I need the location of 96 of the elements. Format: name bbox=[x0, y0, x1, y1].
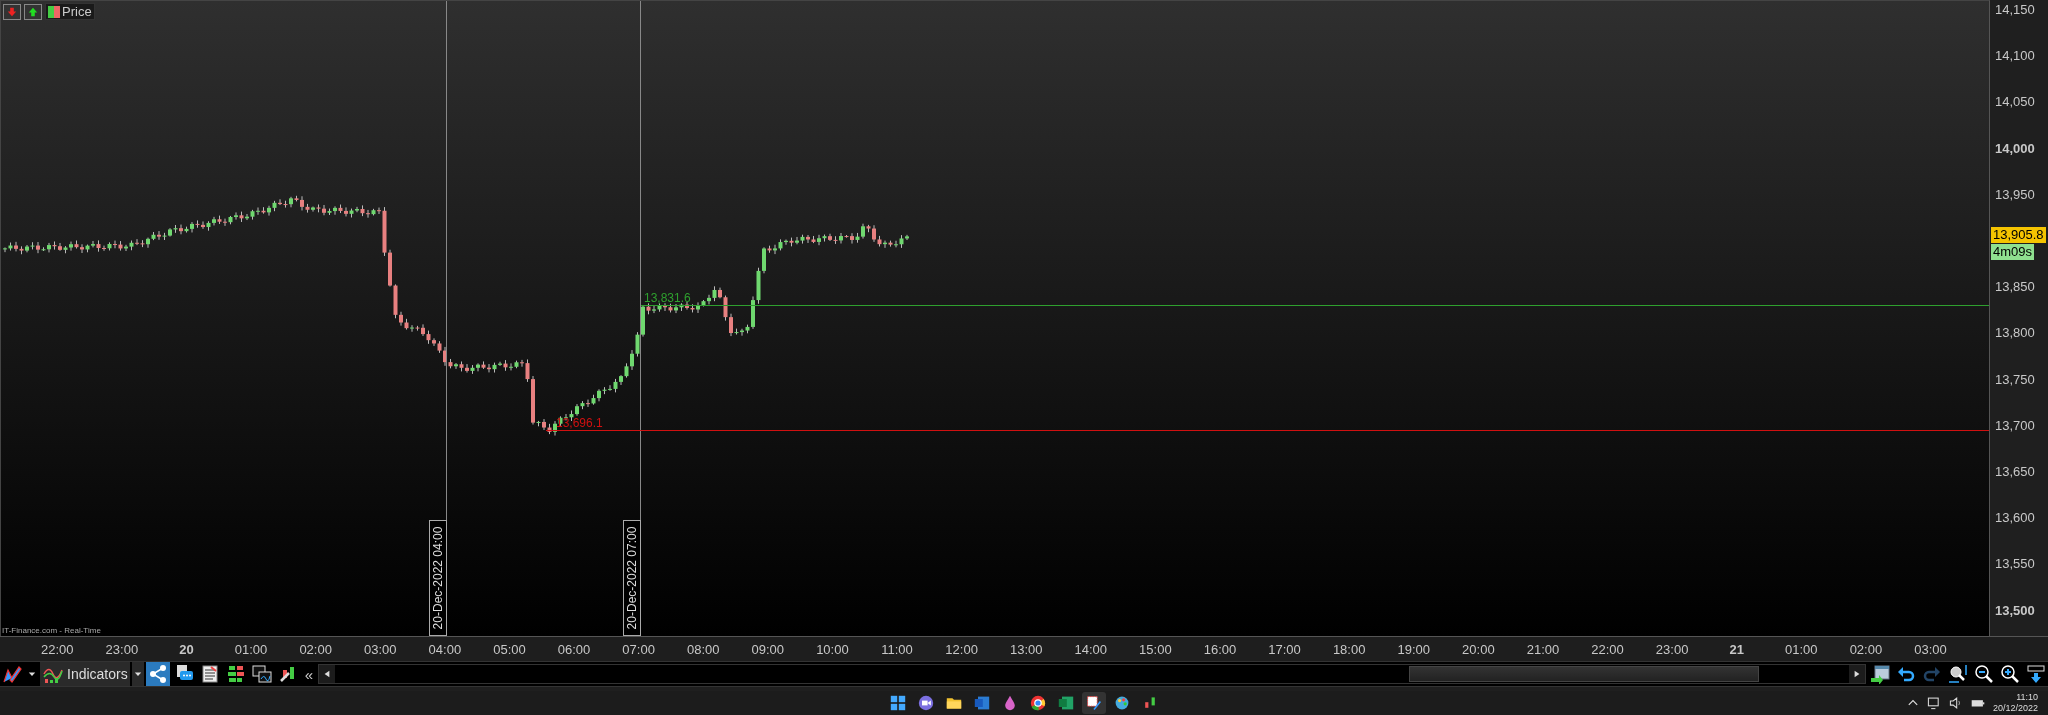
time-tick: 01:00 bbox=[233, 641, 269, 657]
zoom-out-icon bbox=[1974, 664, 1994, 684]
drop-icon bbox=[1002, 695, 1018, 711]
buy-button[interactable] bbox=[24, 3, 42, 20]
time-tick: 16:00 bbox=[1202, 641, 1238, 657]
speaker-icon bbox=[1948, 696, 1963, 710]
time-tick: 04:00 bbox=[427, 641, 463, 657]
calendar-button[interactable] bbox=[1868, 662, 1892, 686]
time-tick: 20:00 bbox=[1461, 641, 1496, 657]
date-marker-label: 20-Dec-2022 04:00 bbox=[429, 520, 447, 636]
bars-icon bbox=[225, 664, 246, 684]
price-tick: 14,150 bbox=[1994, 2, 2035, 18]
price-tick: 14,100 bbox=[1994, 48, 2035, 65]
redo-icon bbox=[1922, 664, 1942, 684]
price-tick: 13,750 bbox=[1994, 371, 2035, 388]
calendar-icon bbox=[1870, 664, 1890, 684]
price-tick: 14,000 bbox=[1994, 140, 2035, 157]
time-tick: 23:00 bbox=[1654, 641, 1690, 657]
price-tick: 13,950 bbox=[1994, 186, 2035, 203]
chart-windows-icon bbox=[251, 664, 272, 684]
time-tick: 19:00 bbox=[1396, 641, 1432, 657]
snipping-icon bbox=[1086, 695, 1102, 711]
scroll-right-button[interactable] bbox=[1849, 665, 1865, 683]
spreadsheet-icon bbox=[1058, 695, 1074, 711]
legend-item[interactable]: Price bbox=[45, 3, 95, 20]
horizontal-scrollbar[interactable] bbox=[318, 664, 1866, 684]
time-tick: 20 bbox=[178, 641, 195, 657]
sell-button[interactable] bbox=[3, 3, 21, 20]
price-tick: 13,700 bbox=[1994, 417, 2035, 434]
time-tick: 14:00 bbox=[1073, 641, 1109, 657]
caret-icon bbox=[28, 670, 36, 678]
monitor-icon bbox=[1926, 696, 1941, 710]
time-tick: 15:00 bbox=[1138, 641, 1173, 657]
up-arrow-icon bbox=[27, 5, 39, 18]
time-tick: 05:00 bbox=[492, 641, 527, 657]
time-tick: 17:00 bbox=[1267, 641, 1302, 657]
dropdown-button[interactable] bbox=[131, 662, 144, 686]
current-price-tag: 13,905.8 bbox=[1991, 227, 2046, 243]
time-tick: 01:00 bbox=[1784, 641, 1819, 657]
browser-icon bbox=[1030, 695, 1046, 711]
price-tick: 13,550 bbox=[1994, 556, 2035, 573]
price-tick: 13,650 bbox=[1994, 464, 2035, 480]
time-tick: 21 bbox=[1728, 641, 1745, 657]
price-tick: 13,850 bbox=[1994, 279, 2035, 296]
down-arrow-icon bbox=[6, 5, 18, 18]
palette-icon bbox=[1114, 695, 1130, 711]
time-tick: 08:00 bbox=[685, 641, 721, 657]
price-level-label: 13,831.6 bbox=[644, 291, 691, 306]
price-tick: 13,500 bbox=[1994, 602, 2035, 619]
time-tick: 02:00 bbox=[298, 641, 333, 657]
pencil-icon bbox=[2, 664, 22, 684]
color-swatch-icon bbox=[48, 5, 60, 18]
right-triangle-icon bbox=[1853, 669, 1861, 679]
price-tick: 14,050 bbox=[1994, 94, 2035, 111]
scroll-left-button[interactable] bbox=[319, 665, 336, 683]
windows-logo-icon bbox=[890, 695, 906, 711]
down-arrow-icon bbox=[2026, 664, 2046, 684]
time-tick: 22:00 bbox=[40, 641, 75, 657]
time-tick: 23:00 bbox=[104, 641, 140, 657]
zoom-in-icon bbox=[2000, 664, 2020, 684]
price-tick: 13,600 bbox=[1994, 510, 2035, 527]
clock-time[interactable]: 11:10 bbox=[2016, 692, 2038, 703]
source-note: IT-Finance.com - Real-Time bbox=[2, 626, 101, 635]
magnifier-arrows-icon bbox=[1948, 664, 1968, 684]
time-tick: 02:00 bbox=[1848, 641, 1884, 657]
time-tick: 03:00 bbox=[363, 641, 398, 657]
time-tick: 11:00 bbox=[880, 641, 914, 657]
indicators-button[interactable]: Indicators bbox=[40, 662, 130, 686]
auto-zoom-button[interactable] bbox=[1946, 662, 1970, 686]
share-icon bbox=[147, 664, 168, 684]
candlestick-icon bbox=[1142, 695, 1158, 711]
windows-button[interactable] bbox=[249, 662, 274, 686]
share-button[interactable] bbox=[145, 662, 170, 686]
document-icon bbox=[199, 664, 220, 684]
collapse-button[interactable]: « bbox=[301, 665, 317, 683]
price-level-label: 13,696.1 bbox=[556, 416, 603, 431]
time-tick: 03:00 bbox=[1913, 641, 1948, 657]
countdown-tag: 4m09s bbox=[1991, 244, 2035, 260]
video-camera-icon bbox=[918, 695, 934, 711]
time-tick: 10:00 bbox=[815, 641, 850, 657]
left-triangle-icon bbox=[323, 669, 332, 679]
date-marker-label: 20-Dec-2022 07:00 bbox=[623, 520, 641, 636]
time-tick: 06:00 bbox=[556, 641, 592, 657]
time-tick: 12:00 bbox=[944, 641, 979, 657]
time-tick: 13:00 bbox=[1008, 641, 1044, 657]
time-tick: 21:00 bbox=[1525, 641, 1561, 657]
taskbar-app[interactable] bbox=[1082, 692, 1106, 714]
scroll-thumb[interactable] bbox=[1409, 666, 1759, 682]
folder-icon bbox=[946, 695, 962, 711]
caret-icon bbox=[133, 670, 142, 678]
time-tick: 22:00 bbox=[1590, 641, 1625, 657]
clock-date[interactable]: 20/12/2022 bbox=[1992, 703, 2038, 714]
time-tick: 18:00 bbox=[1331, 641, 1367, 657]
time-tick: 07:00 bbox=[621, 641, 656, 657]
price-tick: 13,800 bbox=[1994, 325, 2035, 342]
time-tick: 09:00 bbox=[750, 641, 786, 657]
